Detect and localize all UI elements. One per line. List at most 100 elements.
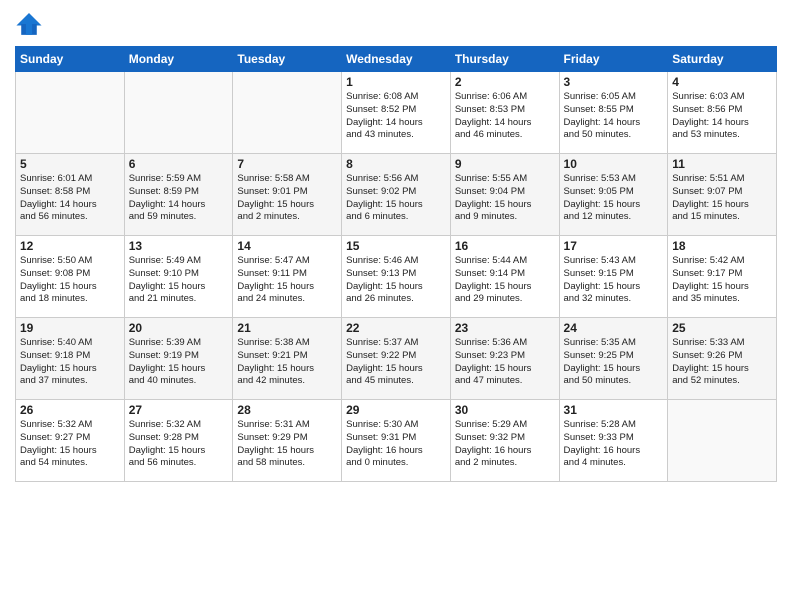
day-info: Sunrise: 6:01 AM Sunset: 8:58 PM Dayligh… [20,173,120,224]
day-cell-18: 18Sunrise: 5:42 AM Sunset: 9:17 PM Dayli… [668,236,777,318]
day-info: Sunrise: 5:44 AM Sunset: 9:14 PM Dayligh… [455,255,555,306]
week-row-3: 12 Sunrise: 5:50 AM Sunset: 9:08 PM Dayli… [16,236,777,318]
day-info: Sunrise: 5:47 AM Sunset: 9:11 PM Dayligh… [237,255,337,306]
day-info: Sunrise: 5:31 AM Sunset: 9:29 PM Dayligh… [237,419,337,470]
day-cell-12: 12 Sunrise: 5:50 AM Sunset: 9:08 PM Dayli… [16,236,125,318]
day-cell-5: 5 Sunrise: 6:01 AM Sunset: 8:58 PM Daylig… [16,154,125,236]
day-cell-22: 22 Sunrise: 5:37 AM Sunset: 9:22 PM Dayli… [342,318,451,400]
day-info: Sunrise: 5:51 AM Sunset: 9:07 PM Dayligh… [672,173,772,224]
day-info: Sunrise: 6:08 AM Sunset: 8:52 PM Dayligh… [346,91,446,142]
day-info: Sunrise: 5:29 AM Sunset: 9:32 PM Dayligh… [455,419,555,470]
day-number: 8 [346,157,446,171]
day-info: Sunrise: 5:39 AM Sunset: 9:19 PM Dayligh… [129,337,229,388]
day-number: 23 [455,321,555,335]
day-cell-2: 2Sunrise: 6:06 AM Sunset: 8:53 PM Daylig… [450,72,559,154]
day-cell-4: 4 Sunrise: 6:03 AM Sunset: 8:56 PM Daylig… [668,72,777,154]
day-cell-16: 16 Sunrise: 5:44 AM Sunset: 9:14 PM Dayli… [450,236,559,318]
day-info: Sunrise: 5:28 AM Sunset: 9:33 PM Dayligh… [564,419,664,470]
day-number: 25 [672,321,772,335]
day-cell-28: 28 Sunrise: 5:31 AM Sunset: 9:29 PM Dayli… [233,400,342,482]
day-info: Sunrise: 5:43 AM Sunset: 9:15 PM Dayligh… [564,255,664,306]
day-cell-27: 27 Sunrise: 5:32 AM Sunset: 9:28 PM Dayli… [124,400,233,482]
day-cell-10: 10 Sunrise: 5:53 AM Sunset: 9:05 PM Dayli… [559,154,668,236]
day-cell-31: 31 Sunrise: 5:28 AM Sunset: 9:33 PM Dayli… [559,400,668,482]
day-cell-7: 7 Sunrise: 5:58 AM Sunset: 9:01 PM Daylig… [233,154,342,236]
day-cell-3: 3Sunrise: 6:05 AM Sunset: 8:55 PM Daylig… [559,72,668,154]
day-cell-19: 19 Sunrise: 5:40 AM Sunset: 9:18 PM Dayli… [16,318,125,400]
day-cell-26: 26 Sunrise: 5:32 AM Sunset: 9:27 PM Dayli… [16,400,125,482]
day-number: 17 [564,239,664,253]
day-cell-8: 8 Sunrise: 5:56 AM Sunset: 9:02 PM Daylig… [342,154,451,236]
day-cell-29: 29 Sunrise: 5:30 AM Sunset: 9:31 PM Dayli… [342,400,451,482]
empty-cell [16,72,125,154]
calendar-table: SundayMondayTuesdayWednesdayThursdayFrid… [15,46,777,482]
day-info: Sunrise: 5:33 AM Sunset: 9:26 PM Dayligh… [672,337,772,388]
day-cell-24: 24 Sunrise: 5:35 AM Sunset: 9:25 PM Dayli… [559,318,668,400]
day-number: 1 [346,75,446,89]
day-cell-20: 20 Sunrise: 5:39 AM Sunset: 9:19 PM Dayli… [124,318,233,400]
day-info: Sunrise: 5:32 AM Sunset: 9:28 PM Dayligh… [129,419,229,470]
day-info: Sunrise: 5:58 AM Sunset: 9:01 PM Dayligh… [237,173,337,224]
day-number: 10 [564,157,664,171]
day-cell-15: 15 Sunrise: 5:46 AM Sunset: 9:13 PM Dayli… [342,236,451,318]
day-number: 12 [20,239,120,253]
day-number: 9 [455,157,555,171]
day-number: 6 [129,157,229,171]
day-info: Sunrise: 5:37 AM Sunset: 9:22 PM Dayligh… [346,337,446,388]
day-cell-23: 23 Sunrise: 5:36 AM Sunset: 9:23 PM Dayli… [450,318,559,400]
calendar-page: SundayMondayTuesdayWednesdayThursdayFrid… [0,0,792,612]
day-number: 21 [237,321,337,335]
day-number: 4 [672,75,772,89]
day-info: Sunrise: 5:35 AM Sunset: 9:25 PM Dayligh… [564,337,664,388]
day-info: Sunrise: 5:30 AM Sunset: 9:31 PM Dayligh… [346,419,446,470]
day-number: 31 [564,403,664,417]
day-number: 5 [20,157,120,171]
day-info: Sunrise: 5:36 AM Sunset: 9:23 PM Dayligh… [455,337,555,388]
day-number: 20 [129,321,229,335]
day-info: Sunrise: 5:50 AM Sunset: 9:08 PM Dayligh… [20,255,120,306]
day-info: Sunrise: 5:59 AM Sunset: 8:59 PM Dayligh… [129,173,229,224]
weekday-wednesday: Wednesday [342,47,451,72]
day-number: 30 [455,403,555,417]
week-row-5: 26 Sunrise: 5:32 AM Sunset: 9:27 PM Dayli… [16,400,777,482]
day-cell-1: 1 Sunrise: 6:08 AM Sunset: 8:52 PM Daylig… [342,72,451,154]
day-number: 26 [20,403,120,417]
empty-cell [668,400,777,482]
day-number: 2 [455,75,555,89]
day-number: 22 [346,321,446,335]
day-info: Sunrise: 5:53 AM Sunset: 9:05 PM Dayligh… [564,173,664,224]
day-info: Sunrise: 5:46 AM Sunset: 9:13 PM Dayligh… [346,255,446,306]
week-row-1: 1 Sunrise: 6:08 AM Sunset: 8:52 PM Daylig… [16,72,777,154]
day-info: Sunrise: 5:56 AM Sunset: 9:02 PM Dayligh… [346,173,446,224]
day-number: 11 [672,157,772,171]
day-info: Sunrise: 5:38 AM Sunset: 9:21 PM Dayligh… [237,337,337,388]
day-number: 13 [129,239,229,253]
weekday-header-row: SundayMondayTuesdayWednesdayThursdayFrid… [16,47,777,72]
logo-icon [15,10,43,38]
day-cell-30: 30 Sunrise: 5:29 AM Sunset: 9:32 PM Dayli… [450,400,559,482]
header [15,10,777,38]
day-info: Sunrise: 5:42 AM Sunset: 9:17 PM Dayligh… [672,255,772,306]
day-number: 27 [129,403,229,417]
day-cell-14: 14 Sunrise: 5:47 AM Sunset: 9:11 PM Dayli… [233,236,342,318]
day-number: 7 [237,157,337,171]
weekday-sunday: Sunday [16,47,125,72]
day-number: 24 [564,321,664,335]
day-info: Sunrise: 5:55 AM Sunset: 9:04 PM Dayligh… [455,173,555,224]
day-cell-21: 21 Sunrise: 5:38 AM Sunset: 9:21 PM Dayli… [233,318,342,400]
day-number: 19 [20,321,120,335]
day-number: 14 [237,239,337,253]
day-number: 16 [455,239,555,253]
day-cell-13: 13Sunrise: 5:49 AM Sunset: 9:10 PM Dayli… [124,236,233,318]
day-info: Sunrise: 6:03 AM Sunset: 8:56 PM Dayligh… [672,91,772,142]
day-number: 29 [346,403,446,417]
day-info: Sunrise: 5:32 AM Sunset: 9:27 PM Dayligh… [20,419,120,470]
weekday-saturday: Saturday [668,47,777,72]
day-number: 28 [237,403,337,417]
week-row-2: 5 Sunrise: 6:01 AM Sunset: 8:58 PM Daylig… [16,154,777,236]
day-cell-9: 9 Sunrise: 5:55 AM Sunset: 9:04 PM Daylig… [450,154,559,236]
logo [15,10,47,38]
weekday-monday: Monday [124,47,233,72]
day-number: 15 [346,239,446,253]
day-info: Sunrise: 5:40 AM Sunset: 9:18 PM Dayligh… [20,337,120,388]
